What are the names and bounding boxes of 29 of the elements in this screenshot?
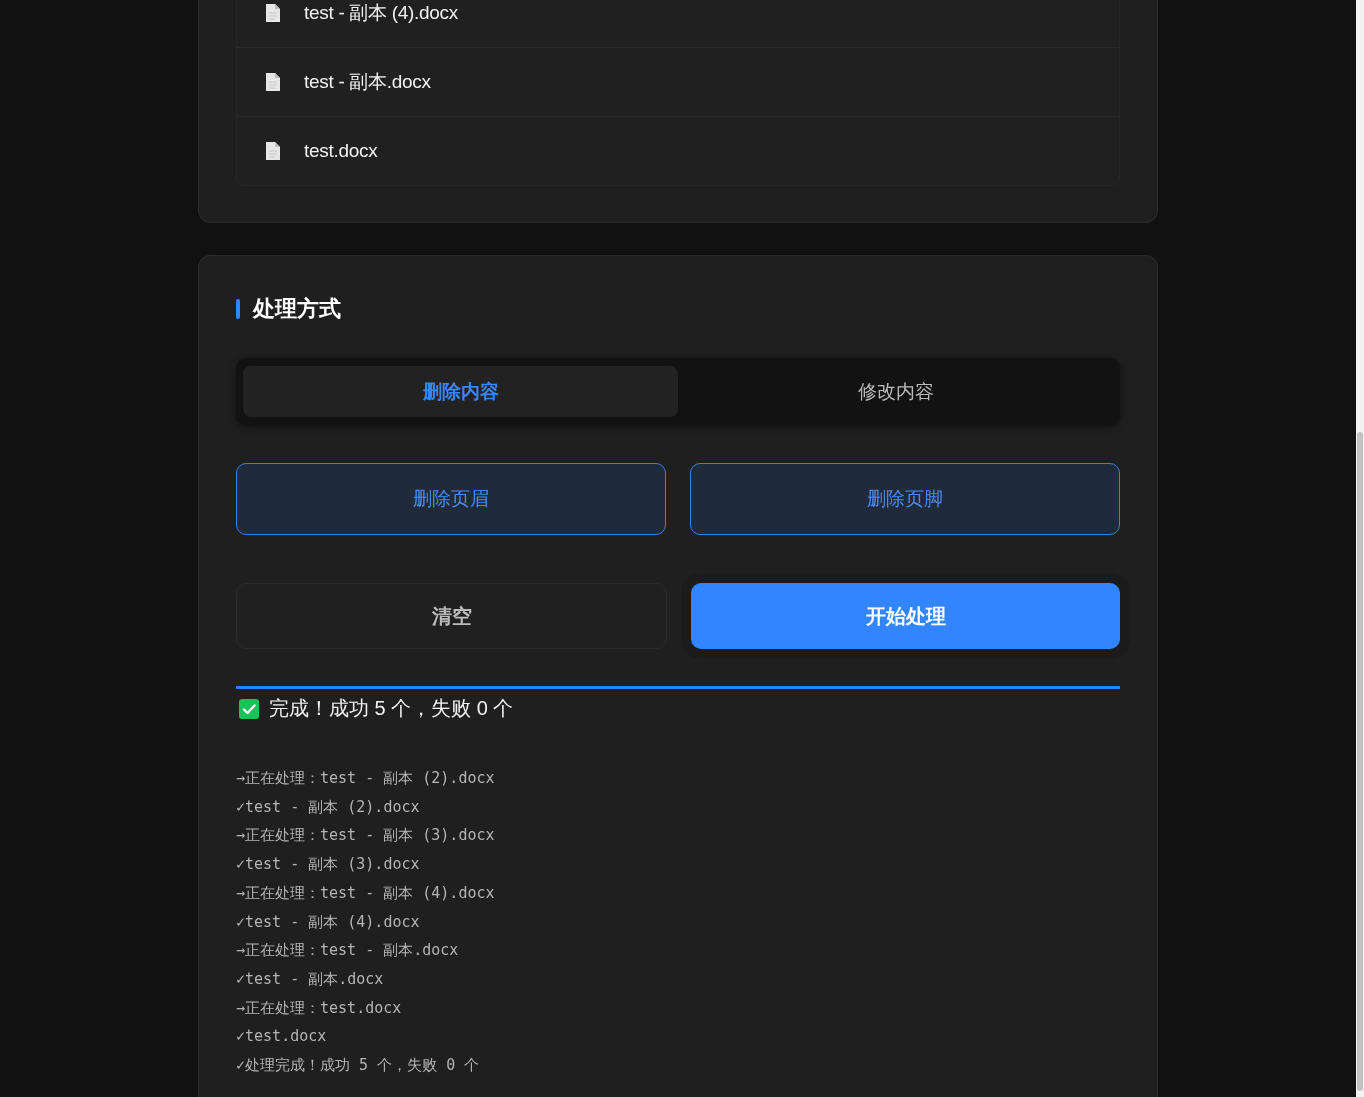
clear-button[interactable]: 清空 [236,583,667,649]
document-icon [266,73,280,91]
log-line: ✓test - 副本.docx [236,968,385,990]
status-message: 完成！成功 5 个，失败 0 个 [269,696,514,721]
file-row[interactable]: test - 副本 (4).docx [237,0,1119,48]
log-line: ✓test - 副本 (3).docx [236,854,421,876]
section-title: 处理方式 [253,295,341,323]
check-icon [239,698,259,719]
accent-bar [236,299,240,319]
log-line: ✓处理完成！成功 5 个，失败 0 个 [236,1055,481,1077]
file-name: test - 副本 (4).docx [304,1,459,25]
scrollbar[interactable] [1356,0,1364,1097]
file-name: test.docx [304,140,378,162]
log-line: ✓test - 副本 (4).docx [236,911,421,933]
file-name: test - 副本.docx [304,70,431,94]
log-line: ✓test - 副本 (2).docx [236,796,421,818]
log-line: →正在处理：test - 副本.docx [236,940,460,962]
option-button[interactable]: 删除页脚 [690,463,1120,535]
document-icon [266,4,280,22]
scroll-thumb[interactable] [1357,432,1363,1091]
option-button[interactable]: 删除页眉 [236,463,666,535]
mode-tab[interactable]: 修改内容 [678,366,1113,417]
log-line: →正在处理：test - 副本 (3).docx [236,825,496,847]
document-icon [266,142,280,160]
log-line: ✓test.docx [236,1026,328,1048]
log-line: →正在处理：test - 副本 (4).docx [236,882,496,904]
log-line: →正在处理：test - 副本 (2).docx [236,768,496,789]
mode-tab[interactable]: 删除内容 [243,366,678,417]
log-line: →正在处理：test.docx [236,997,403,1019]
